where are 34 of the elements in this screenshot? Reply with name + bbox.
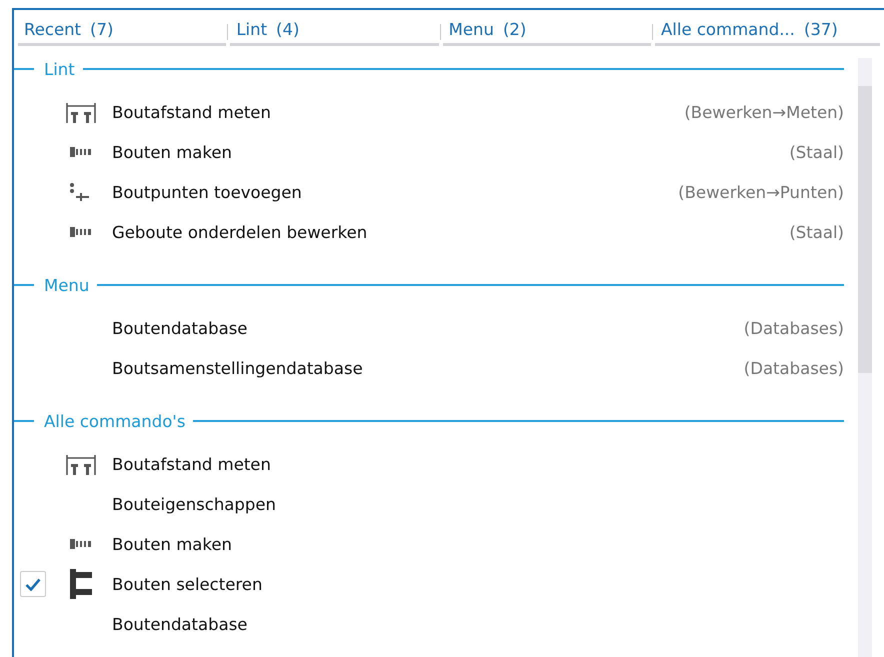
command-label[interactable]: Boutendatabase [112,318,744,338]
command-label[interactable]: Boutpunten toevoegen [112,182,678,202]
command-location: (Bewerken→Punten) [678,182,844,202]
section-header: Lint [44,60,75,78]
bolt-measure-icon [63,100,99,124]
category-tab[interactable]: Recent (7) [18,18,226,46]
category-tab[interactable]: Menu (2) [442,18,651,46]
category-tab[interactable]: Alle command... (37) [654,18,880,46]
bolt-icon [69,227,93,237]
command-label[interactable]: Bouten maken [112,534,844,554]
command-label[interactable]: Geboute onderdelen bewerken [112,222,790,242]
command-label[interactable]: Boutafstand meten [112,102,684,122]
scrollbar[interactable] [858,58,872,657]
command-label[interactable]: Bouten maken [112,142,790,162]
bolt-measure-icon [63,452,99,476]
category-tab[interactable]: Lint (4) [230,18,439,46]
command-label[interactable]: Boutendatabase [112,614,844,634]
command-location: (Databases) [744,358,844,378]
section-header: Alle commando's [44,412,186,430]
command-location: (Bewerken→Meten) [684,102,844,122]
section-header: Menu [44,276,90,294]
bolt-icon [69,539,93,549]
scrollbar-thumb[interactable] [858,86,872,373]
command-location: (Staal) [789,142,844,162]
checkbox[interactable] [20,571,46,597]
command-label[interactable]: Boutsamenstellingendatabase [112,358,744,378]
command-label[interactable]: Boutafstand meten [112,454,844,474]
bolt-select-icon [69,569,93,599]
command-location: (Databases) [744,318,844,338]
command-label[interactable]: Bouteigenschappen [112,494,844,514]
command-label[interactable]: Bouten selecteren [112,574,844,594]
bolt-icon [69,147,93,157]
checkmark-icon [25,578,41,590]
command-location: (Staal) [789,222,844,242]
